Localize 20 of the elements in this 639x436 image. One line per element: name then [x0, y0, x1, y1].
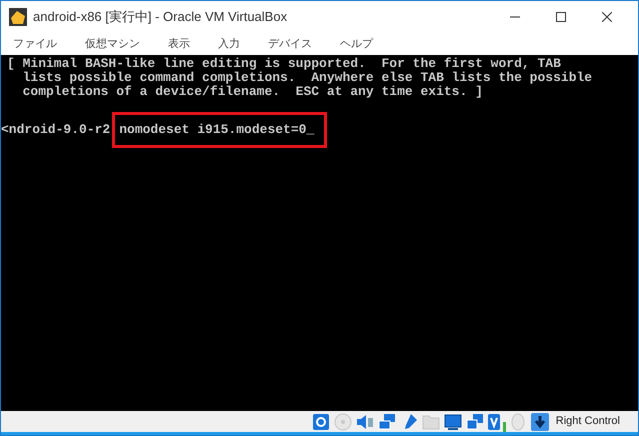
menu-item[interactable]: 表示 — [160, 36, 198, 52]
monitor-icon[interactable] — [442, 412, 463, 432]
network-icon[interactable] — [376, 412, 397, 432]
console-line: [ Minimal BASH-like line editing is supported. For the first word, TAB — [6, 57, 562, 71]
app-icon — [9, 8, 27, 26]
close-icon — [602, 12, 612, 22]
menu-item[interactable]: 入力 — [210, 36, 248, 52]
console-line: lists possible command completions. Anywhere else TAB lists the possible — [22, 71, 594, 85]
menu-item[interactable]: デバイス — [260, 36, 320, 52]
command-input[interactable]: nomodeset i915.modeset=0_ — [112, 112, 328, 148]
menu-item[interactable]: 仮想マシン — [77, 36, 148, 52]
minimize-icon — [510, 16, 520, 18]
window-title: android-x86 [実行中] - Oracle VM VirtualBox — [33, 8, 288, 26]
menu-item[interactable]: ヘルプ — [332, 36, 381, 52]
console-line: completions of a device/filename. ESC at any time exits. ] — [22, 85, 484, 99]
menu-item[interactable]: ファイル — [5, 36, 65, 52]
maximize-icon — [556, 12, 566, 22]
host-key-label: Right Control — [556, 414, 620, 430]
console-prompt: <ndroid-9.0-r2 — [1, 123, 110, 137]
windows-icon[interactable] — [464, 412, 485, 432]
